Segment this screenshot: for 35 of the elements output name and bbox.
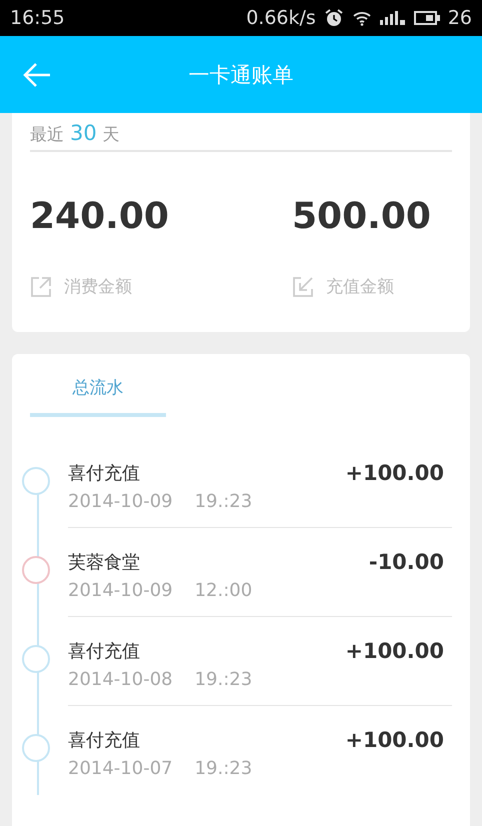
- transaction-date: 2014-10-09: [68, 580, 173, 601]
- transaction-title: 喜付充值: [68, 729, 141, 752]
- stat-amount: 500.00: [292, 196, 432, 237]
- transaction-amount: -10.00: [368, 550, 445, 576]
- transaction-time: 19.:23: [194, 491, 252, 512]
- stat-label: 消费金额: [64, 276, 132, 298]
- battery-level: 26: [448, 7, 472, 29]
- period-value: 30: [70, 121, 97, 145]
- back-icon[interactable]: [22, 62, 52, 88]
- transaction-date: 2014-10-09: [68, 491, 173, 512]
- signal-icon: [380, 11, 406, 25]
- stat-amount: 240.00: [30, 196, 170, 237]
- transaction-date: 2014-10-08: [68, 669, 173, 690]
- transaction-title: 芙蓉食堂: [68, 551, 141, 574]
- transaction-amount: +100.00: [345, 461, 445, 487]
- transaction-time: 19.:23: [194, 758, 252, 779]
- header-title: 一卡通账单: [188, 62, 294, 88]
- transaction-time: 12.:00: [194, 580, 252, 601]
- network-speed: 0.66k/s: [246, 7, 316, 29]
- tab[interactable]: 总流水: [30, 376, 166, 417]
- import-icon: [292, 276, 314, 298]
- transaction-time: 19.:23: [194, 669, 252, 690]
- transaction-date: 2014-10-07: [68, 758, 173, 779]
- transaction-title: 喜付充值: [68, 640, 141, 663]
- period-label: 最近: [30, 124, 64, 146]
- stat-label: 充值金额: [326, 276, 394, 298]
- battery-icon: [414, 11, 440, 25]
- status-time: 16:55: [10, 7, 65, 29]
- export-icon: [30, 276, 52, 298]
- transaction-title: 喜付充值: [68, 462, 141, 485]
- alarm-icon: [324, 8, 344, 28]
- period-unit: 天: [102, 124, 120, 146]
- transaction-amount: +100.00: [345, 728, 445, 754]
- wifi-icon: [352, 10, 372, 26]
- transaction-amount: +100.00: [345, 639, 445, 665]
